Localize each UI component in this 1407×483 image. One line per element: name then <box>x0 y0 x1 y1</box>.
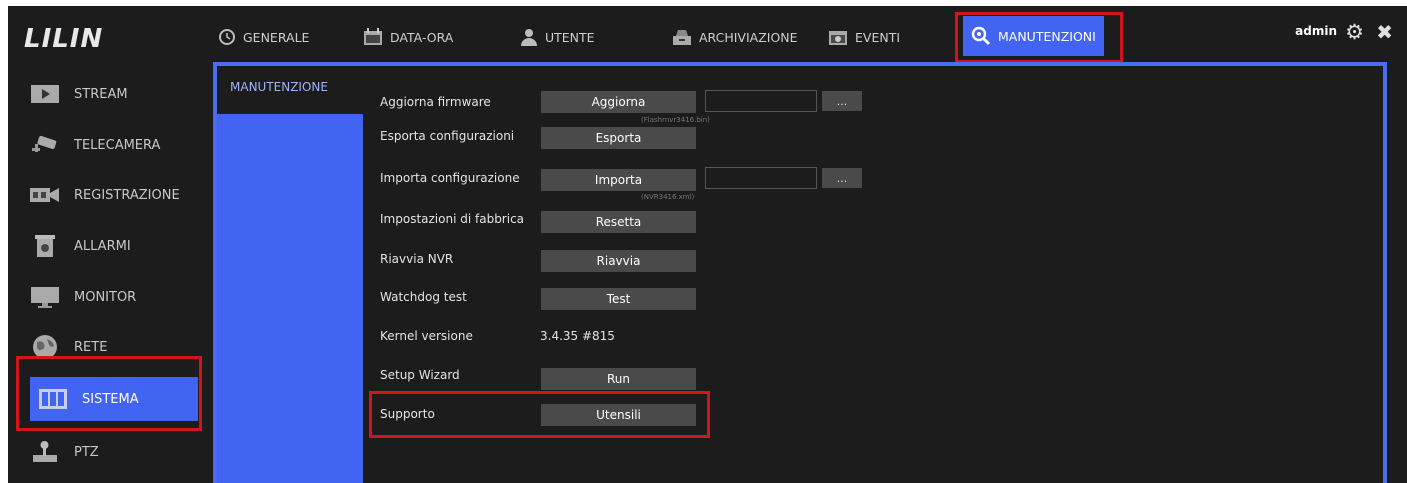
kernel-label: Kernel versione <box>380 329 473 343</box>
import-browse-button[interactable]: ... <box>822 168 862 188</box>
reset-button[interactable]: Resetta <box>541 211 696 233</box>
tab-manutenzioni[interactable]: MANUTENZIONI <box>963 16 1104 56</box>
tab-label: GENERALE <box>243 29 310 45</box>
tab-generale[interactable]: GENERALE <box>218 22 309 52</box>
gear-icon[interactable]: ⚙ <box>1345 20 1364 44</box>
sidebar-item-rete[interactable]: RETE <box>30 325 208 369</box>
watchdog-test-button[interactable]: Test <box>541 288 696 310</box>
firmware-browse-button[interactable]: ... <box>822 91 862 111</box>
main-panel: MANUTENZIONE Aggiorna firmware Aggiorna … <box>213 62 1387 483</box>
calendar-icon <box>363 28 383 46</box>
user-icon <box>520 28 538 46</box>
support-label: Supporto <box>380 407 435 421</box>
stream-icon <box>30 83 60 105</box>
tab-data-ora[interactable]: DATA-ORA <box>363 22 453 52</box>
import-file-input[interactable] <box>705 167 817 189</box>
tab-label: EVENTI <box>855 29 901 45</box>
export-label: Esporta configurazioni <box>380 129 515 143</box>
sidebar-item-label: RETE <box>74 339 108 355</box>
monitor-icon <box>30 286 60 308</box>
reboot-label: Riavvia NVR <box>380 252 454 266</box>
sidebar-item-label: MONITOR <box>74 289 137 305</box>
reboot-button[interactable]: Riavvia <box>541 250 696 272</box>
tab-label: DATA-ORA <box>390 29 454 45</box>
firmware-label: Aggiorna firmware <box>380 95 491 109</box>
clock-icon <box>218 28 236 46</box>
sidebar-item-label: STREAM <box>74 86 128 102</box>
tab-utente[interactable]: UTENTE <box>520 22 595 52</box>
update-firmware-button[interactable]: Aggiorna <box>541 91 696 113</box>
sidebar-item-monitor[interactable]: MONITOR <box>30 275 208 319</box>
event-icon <box>828 28 848 46</box>
sidebar-item-allarmi[interactable]: ALLARMI <box>30 224 208 268</box>
import-button[interactable]: Importa <box>541 169 696 191</box>
export-button[interactable]: Esporta <box>541 127 696 149</box>
recorder-icon <box>30 184 60 206</box>
sidebar-item-label: SISTEMA <box>82 391 139 407</box>
app-window: LILIN GENERALE DATA-ORA UTENTE ARCHIVIAZ… <box>8 6 1407 483</box>
tools-button[interactable]: Utensili <box>541 404 696 426</box>
top-bar: LILIN GENERALE DATA-ORA UTENTE ARCHIVIAZ… <box>8 6 1407 63</box>
tab-eventi[interactable]: EVENTI <box>828 22 900 52</box>
close-icon[interactable]: ✖ <box>1376 20 1393 44</box>
subnav-item-manutenzione[interactable]: MANUTENZIONE <box>217 66 363 114</box>
sidebar-item-telecamera[interactable]: TELECAMERA <box>30 123 208 167</box>
username-label: admin <box>1295 24 1337 38</box>
globe-icon <box>30 335 60 359</box>
sidebar-item-stream[interactable]: STREAM <box>30 72 208 116</box>
lilin-logo: LILIN <box>24 24 104 54</box>
sidebar: STREAM TELECAMERA REGISTRAZIONE ALLARMI … <box>8 62 213 483</box>
firmware-file-input[interactable] <box>705 90 817 112</box>
sidebar-item-ptz[interactable]: PTZ <box>30 430 208 474</box>
sidebar-item-label: PTZ <box>74 444 99 460</box>
sidebar-item-label: TELECAMERA <box>74 137 161 153</box>
sidebar-item-label: ALLARMI <box>74 238 131 254</box>
alarm-icon <box>30 235 60 257</box>
kernel-version-value: 3.4.35 #815 <box>540 329 615 343</box>
sidebar-item-registrazione[interactable]: REGISTRAZIONE <box>30 173 208 217</box>
storage-icon <box>672 28 692 46</box>
watchdog-label: Watchdog test <box>380 290 467 304</box>
import-file-note: (NVR3416.xml) <box>641 193 695 201</box>
tab-label: UTENTE <box>545 29 595 45</box>
tab-label: ARCHIVIAZIONE <box>699 29 798 45</box>
maintenance-icon <box>971 26 991 46</box>
run-wizard-button[interactable]: Run <box>541 368 696 390</box>
sub-navigation: MANUTENZIONE <box>217 66 363 483</box>
tab-archiviazione[interactable]: ARCHIVIAZIONE <box>672 22 798 52</box>
system-icon <box>38 388 68 410</box>
factory-label: Impostazioni di fabbrica <box>380 212 525 226</box>
sidebar-item-sistema[interactable]: SISTEMA <box>30 377 198 421</box>
sidebar-item-label: REGISTRAZIONE <box>74 187 180 203</box>
camera-icon <box>30 134 60 156</box>
firmware-file-note: (Flashrnvr3416.bin) <box>641 116 710 124</box>
setup-wizard-label: Setup Wizard <box>380 368 460 382</box>
tab-label: MANUTENZIONI <box>998 28 1096 44</box>
joystick-icon <box>30 441 60 463</box>
import-label: Importa configurazione <box>380 171 520 185</box>
